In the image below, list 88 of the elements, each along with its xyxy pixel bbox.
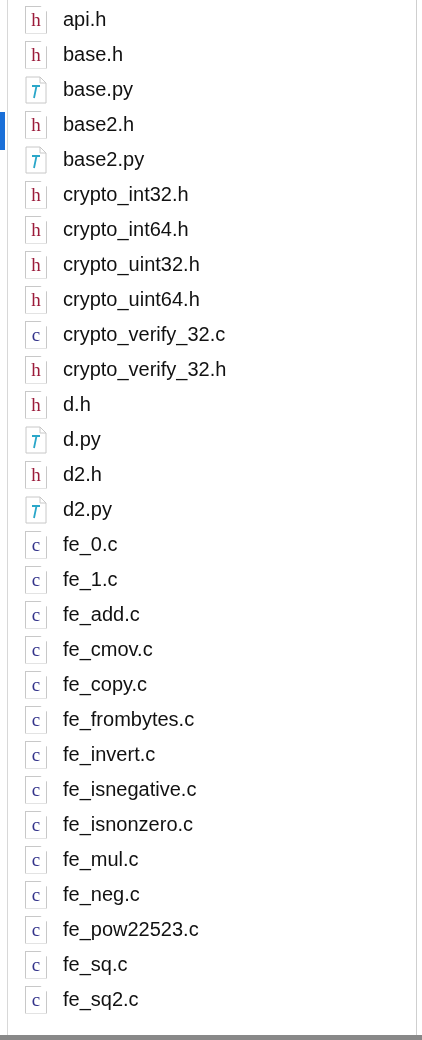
file-name: fe_copy.c: [63, 673, 148, 696]
file-name: fe_mul.c: [63, 848, 139, 871]
file-item[interactable]: h api.h: [8, 2, 416, 37]
file-item[interactable]: c fe_1.c: [8, 562, 416, 597]
document-icon: h: [25, 5, 47, 34]
document-icon: c: [25, 740, 47, 769]
file-item[interactable]: c fe_isnegative.c: [8, 772, 416, 807]
file-item[interactable]: base2.py: [8, 142, 416, 177]
file-name: d2.h: [63, 463, 102, 486]
document-icon: h: [25, 180, 47, 209]
document-icon: h: [25, 250, 47, 279]
file-name: crypto_int32.h: [63, 183, 189, 206]
document-icon: h: [25, 390, 47, 419]
document-icon: h: [25, 40, 47, 69]
document-icon: c: [25, 320, 47, 349]
document-icon: c: [25, 950, 47, 979]
document-icon: c: [25, 530, 47, 559]
file-item[interactable]: c fe_frombytes.c: [8, 702, 416, 737]
file-item[interactable]: h base2.h: [8, 107, 416, 142]
file-name: fe_0.c: [63, 533, 118, 556]
file-item[interactable]: h crypto_int64.h: [8, 212, 416, 247]
python-file-icon: [25, 425, 47, 454]
python-file-icon: [25, 145, 47, 174]
file-item[interactable]: c fe_add.c: [8, 597, 416, 632]
file-item[interactable]: base.py: [8, 72, 416, 107]
file-item[interactable]: c fe_neg.c: [8, 877, 416, 912]
file-name: crypto_uint32.h: [63, 253, 200, 276]
python-file-icon: [25, 495, 47, 524]
file-item[interactable]: c fe_copy.c: [8, 667, 416, 702]
file-name: base.h: [63, 43, 124, 66]
document-icon: c: [25, 705, 47, 734]
file-item[interactable]: d2.py: [8, 492, 416, 527]
file-item[interactable]: h base.h: [8, 37, 416, 72]
document-icon: c: [25, 810, 47, 839]
file-item[interactable]: h crypto_uint64.h: [8, 282, 416, 317]
document-icon: h: [25, 215, 47, 244]
file-name: d2.py: [63, 498, 112, 521]
document-icon: c: [25, 670, 47, 699]
file-name: base2.py: [63, 148, 145, 171]
document-icon: c: [25, 845, 47, 874]
file-name: base2.h: [63, 113, 135, 136]
file-name: fe_add.c: [63, 603, 140, 626]
document-icon: c: [25, 635, 47, 664]
file-item[interactable]: c fe_mul.c: [8, 842, 416, 877]
document-icon: h: [25, 355, 47, 384]
document-icon: h: [25, 110, 47, 139]
document-icon: c: [25, 565, 47, 594]
file-item[interactable]: c fe_cmov.c: [8, 632, 416, 667]
document-icon: c: [25, 985, 47, 1014]
file-item[interactable]: c fe_0.c: [8, 527, 416, 562]
file-name: fe_sq2.c: [63, 988, 139, 1011]
selection-indicator: [0, 112, 5, 150]
file-name: crypto_verify_32.c: [63, 323, 226, 346]
file-name: fe_1.c: [63, 568, 118, 591]
file-item[interactable]: c crypto_verify_32.c: [8, 317, 416, 352]
file-item[interactable]: d.py: [8, 422, 416, 457]
file-item[interactable]: h d.h: [8, 387, 416, 422]
file-name: api.h: [63, 8, 107, 31]
document-icon: c: [25, 600, 47, 629]
file-item[interactable]: c fe_sq.c: [8, 947, 416, 982]
python-file-icon: [25, 75, 47, 104]
file-name: fe_cmov.c: [63, 638, 153, 661]
document-icon: h: [25, 460, 47, 489]
file-item[interactable]: h crypto_uint32.h: [8, 247, 416, 282]
file-name: fe_neg.c: [63, 883, 140, 906]
file-name: fe_pow22523.c: [63, 918, 199, 941]
file-name: crypto_verify_32.h: [63, 358, 227, 381]
file-name: d.py: [63, 428, 101, 451]
file-item[interactable]: h d2.h: [8, 457, 416, 492]
file-name: fe_isnegative.c: [63, 778, 197, 801]
file-name: fe_isnonzero.c: [63, 813, 194, 836]
file-item[interactable]: h crypto_verify_32.h: [8, 352, 416, 387]
file-name: crypto_uint64.h: [63, 288, 200, 311]
file-item[interactable]: c fe_invert.c: [8, 737, 416, 772]
file-item[interactable]: c fe_isnonzero.c: [8, 807, 416, 842]
document-icon: c: [25, 880, 47, 909]
file-name: base.py: [63, 78, 134, 101]
document-icon: c: [25, 775, 47, 804]
file-name: crypto_int64.h: [63, 218, 189, 241]
document-icon: h: [25, 285, 47, 314]
file-name: fe_sq.c: [63, 953, 128, 976]
file-item[interactable]: c fe_pow22523.c: [8, 912, 416, 947]
file-name: fe_invert.c: [63, 743, 156, 766]
file-name: d.h: [63, 393, 91, 416]
file-name: fe_frombytes.c: [63, 708, 195, 731]
file-item[interactable]: h crypto_int32.h: [8, 177, 416, 212]
file-item[interactable]: c fe_sq2.c: [8, 982, 416, 1017]
document-icon: c: [25, 915, 47, 944]
